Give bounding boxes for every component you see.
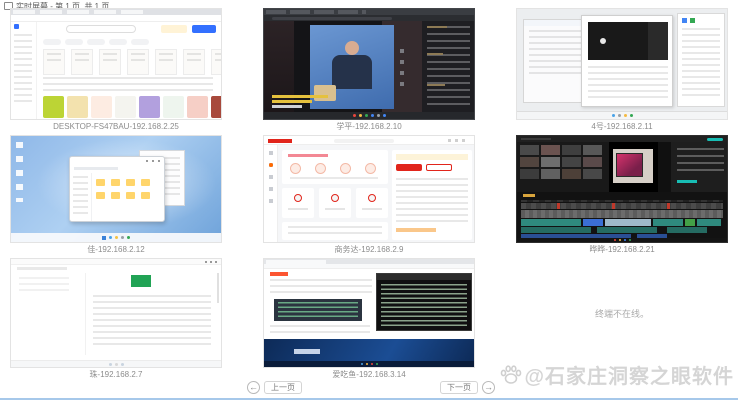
terminal-offline-slot[interactable]: 终端不在线。 [516, 258, 728, 368]
poster-card-row [43, 96, 222, 118]
mini-properties-panel [671, 142, 728, 192]
folder-icon [96, 179, 105, 186]
watermark: @石家庄洞察之眼软件 [500, 360, 734, 389]
mini-media-panel [517, 142, 609, 192]
folder-icon [126, 179, 135, 186]
scrollbar [217, 273, 219, 303]
next-page-arrow-button[interactable]: → [482, 381, 495, 394]
mini-preview [609, 142, 671, 192]
terminal-thumbnail[interactable] [10, 135, 222, 243]
folder-icon [141, 192, 150, 199]
mini-taskbar [11, 233, 221, 242]
terminal-caption: 商务达-192.168.2.9 [263, 245, 475, 255]
mini-card [282, 188, 314, 218]
terminal-caption: 爱吃鱼-192.168.3.14 [263, 370, 475, 380]
mini-card [319, 188, 351, 218]
mini-chat-panel [422, 21, 474, 112]
mini-taskbar [517, 238, 727, 242]
mini-window [581, 15, 673, 107]
terminal-caption: 晔晔-192.168.2.21 [516, 245, 728, 255]
brand-chip [270, 272, 288, 276]
mini-panel [392, 150, 472, 240]
mini-sidebar [11, 22, 37, 119]
arrow-left-icon: ← [249, 382, 258, 392]
mini-taskbar [264, 361, 474, 367]
mini-code-block [274, 299, 362, 321]
terminal-caption: 4号-192.168.2.11 [516, 122, 728, 132]
windows-logo-icon [102, 236, 106, 240]
terminal-thumbnail[interactable] [516, 135, 728, 243]
terminal-caption: 学平-192.168.2.10 [263, 122, 475, 132]
mini-card [356, 188, 388, 218]
mini-card [282, 150, 388, 184]
mini-terminal-window [376, 273, 472, 331]
folder-icon [111, 179, 120, 186]
green-shape [131, 275, 151, 287]
mini-video-page [264, 21, 474, 112]
mini-sidebar [264, 145, 278, 242]
mini-taskbar [517, 111, 727, 119]
mini-wallpaper [264, 339, 474, 363]
watermark-text: @石家庄洞察之眼软件 [524, 360, 734, 389]
mini-taskbar [264, 112, 474, 119]
mini-topbar [264, 136, 474, 145]
folder-icon [111, 192, 120, 199]
mini-taskbar [11, 360, 221, 367]
arrow-right-icon: → [484, 382, 493, 392]
terminal-thumbnail[interactable] [10, 8, 222, 120]
terminal-thumbnail[interactable] [516, 8, 728, 120]
terminal-thumbnail[interactable] [263, 135, 475, 243]
next-page-button[interactable]: 下一页 [440, 381, 478, 394]
folder-icon [96, 192, 105, 199]
mini-search-bar [66, 25, 136, 33]
mini-explorer-window [69, 156, 165, 222]
brand-logo [268, 139, 292, 143]
mini-panel [677, 13, 725, 107]
desktop-icons [16, 142, 23, 202]
terminal-caption: 佳-192.168.2.12 [10, 245, 222, 255]
terminal-thumbnail[interactable] [263, 258, 475, 368]
terminal-thumbnail[interactable] [10, 258, 222, 368]
terminal-caption: DESKTOP-FS47BAU-192.168.2.25 [10, 122, 222, 132]
mini-timeline [517, 192, 727, 242]
export-button [707, 138, 723, 142]
terminal-caption: 珠-192.168.2.7 [10, 370, 222, 380]
realtime-screens-window: 实时屏幕 - 第 1 页, 共 1 页 [0, 0, 738, 400]
folder-icon [141, 179, 150, 186]
terminal-thumbnail[interactable] [263, 8, 475, 120]
prev-page-arrow-button[interactable]: ← [247, 381, 260, 394]
mini-video-frame [588, 22, 668, 60]
mini-card [282, 222, 388, 240]
folder-icon [126, 192, 135, 199]
offline-message: 终端不在线。 [595, 307, 649, 320]
paw-icon [500, 365, 522, 385]
prev-page-button[interactable]: 上一页 [264, 381, 302, 394]
template-card-row [43, 49, 222, 75]
